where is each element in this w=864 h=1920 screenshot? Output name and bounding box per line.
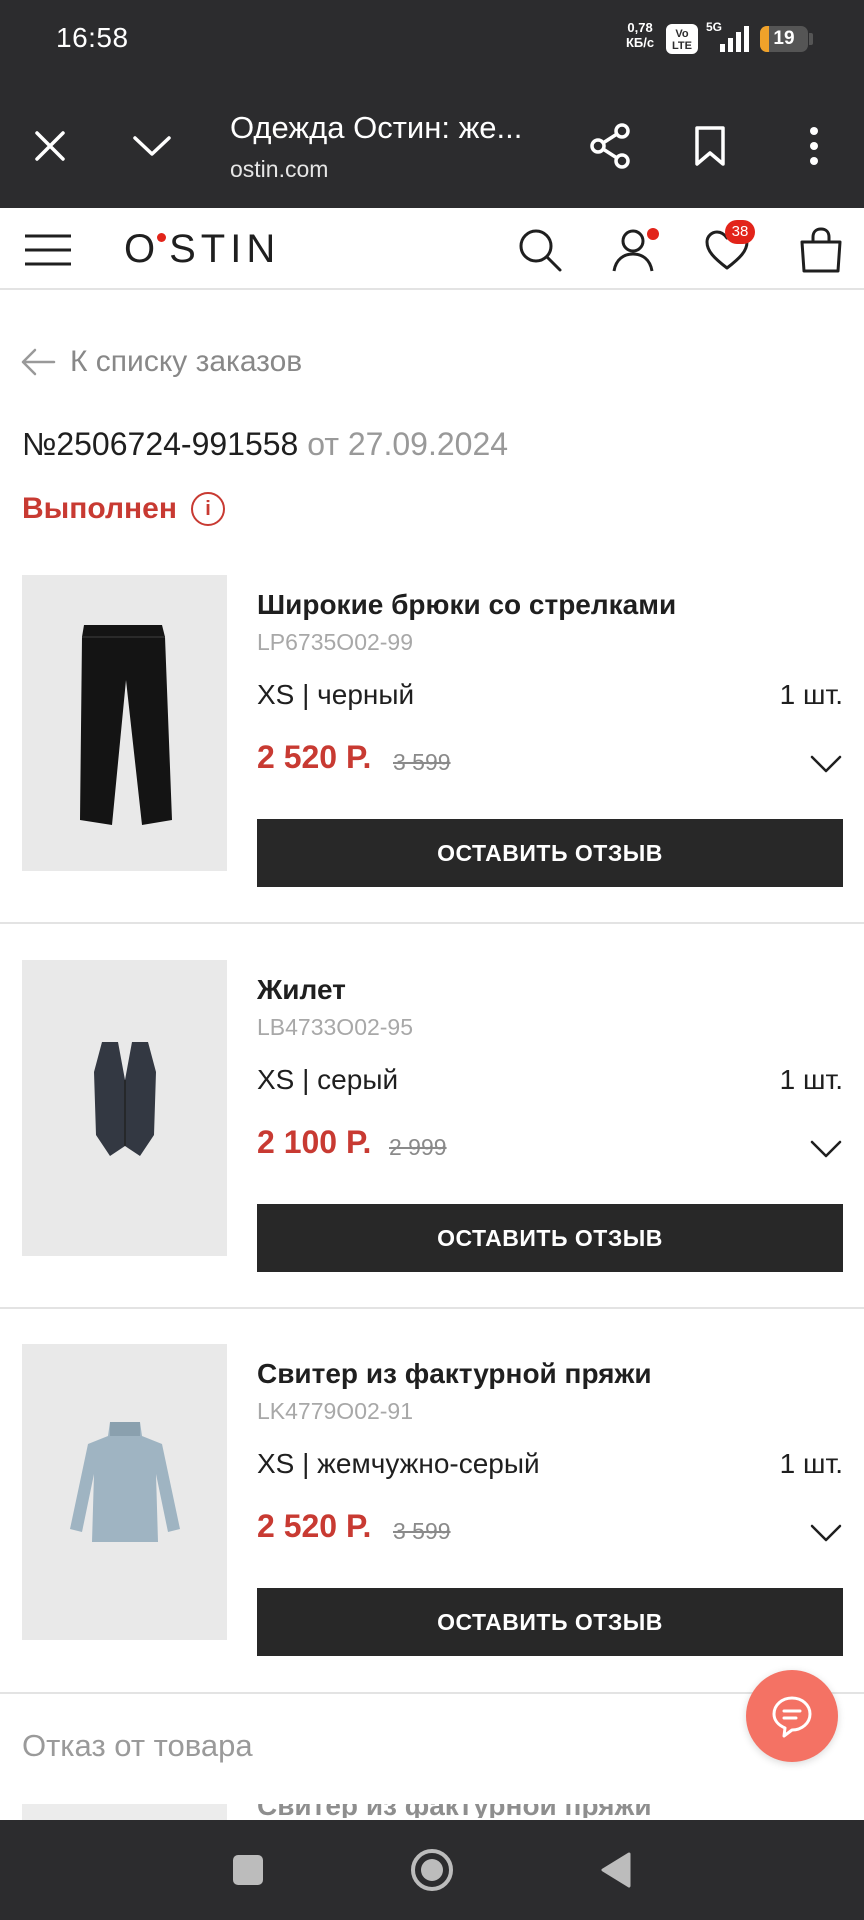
product-name[interactable]: Свитер из фактурной пряжи: [257, 1804, 677, 1818]
chat-support-button[interactable]: [746, 1670, 838, 1762]
product-variant: XS | серый: [257, 1064, 399, 1095]
battery-tip: [809, 33, 813, 45]
product-old-price: 3 599: [393, 1518, 451, 1544]
product-old-price: 2 999: [389, 1134, 447, 1160]
product-name[interactable]: Свитер из фактурной пряжи: [257, 1358, 652, 1390]
network-speed: 0,78 КБ/с: [626, 20, 654, 50]
close-tab-button[interactable]: [20, 116, 80, 176]
product-price: 2 520 Р.: [257, 739, 372, 775]
search-icon: [519, 229, 562, 272]
battery-level: 19: [773, 28, 795, 49]
order-item: Жилет LB4733O02-95 XS | серый 1 шт. 2 10…: [0, 960, 864, 1344]
order-date: от 27.09.2024: [307, 426, 509, 462]
share-button[interactable]: [580, 116, 640, 176]
browser-toolbar: Одежда Остин: же... ostin.com: [0, 84, 864, 208]
bookmark-icon: [695, 126, 725, 166]
net-speed-unit: КБ/с: [626, 35, 655, 50]
favorites-button[interactable]: 38: [699, 220, 755, 278]
account-notification-dot: [647, 228, 659, 240]
system-navigation-bar: [0, 1820, 864, 1920]
product-image[interactable]: [22, 960, 227, 1256]
divider: [0, 1307, 864, 1309]
back-to-orders-link[interactable]: К списку заказов: [20, 340, 302, 384]
favorites-count-badge: 38: [725, 220, 755, 244]
home-button[interactable]: [404, 1842, 460, 1898]
product-variant: XS | черный: [257, 679, 415, 710]
status-time: 16:58: [56, 22, 129, 53]
menu-button[interactable]: [20, 222, 76, 278]
product-quantity: 1 шт.: [779, 1064, 843, 1095]
divider: [0, 1692, 864, 1694]
back-link-label: К списку заказов: [70, 345, 303, 378]
logo-text: STIN: [169, 227, 281, 271]
order-status: Выполнен i: [22, 492, 225, 526]
system-status-bar: 16:58 0,78 КБ/с Vo LTE 5G 19: [0, 0, 864, 84]
battery-icon: 19: [760, 26, 808, 52]
partial-product-name: Свитер из фактурной пряжи: [257, 1804, 677, 1818]
refusal-section-title: Отказ от товара: [22, 1728, 253, 1763]
chevron-down-icon: [133, 136, 171, 156]
order-status-text: Выполнен: [22, 492, 177, 525]
product-price: 2 520 Р.: [257, 1508, 372, 1544]
product-variant: XS | жемчужно-серый: [257, 1448, 540, 1479]
square-icon: [233, 1855, 263, 1885]
ostin-logo[interactable]: O STIN: [124, 227, 280, 272]
product-image[interactable]: [22, 1804, 227, 1820]
menu-icon: [25, 234, 71, 266]
cart-button[interactable]: [793, 222, 849, 278]
account-button[interactable]: [605, 222, 661, 278]
product-image[interactable]: [22, 575, 227, 871]
bookmark-button[interactable]: [680, 116, 740, 176]
back-button[interactable]: [588, 1842, 644, 1898]
collapse-button[interactable]: [122, 116, 182, 176]
share-icon: [590, 123, 630, 169]
info-icon[interactable]: i: [190, 492, 225, 526]
sweater-image: [70, 1422, 180, 1542]
divider: [0, 922, 864, 924]
product-old-price: 3 599: [393, 749, 451, 775]
chevron-down-icon[interactable]: [808, 1130, 844, 1166]
chevron-down-icon[interactable]: [808, 1514, 844, 1550]
back-triangle-icon: [601, 1852, 631, 1888]
order-heading: №2506724-991558 от 27.09.2024: [22, 426, 508, 463]
product-sku: LB4733O02-95: [257, 1014, 414, 1040]
page-url[interactable]: ostin.com: [230, 156, 328, 183]
leave-review-button[interactable]: ОСТАВИТЬ ОТЗЫВ: [257, 1588, 843, 1656]
vest-image: [94, 1042, 156, 1156]
product-price: 2 100 Р.: [257, 1124, 372, 1160]
logo-prefix: O: [124, 227, 161, 271]
product-name[interactable]: Широкие брюки со стрелками: [257, 589, 676, 621]
product-quantity: 1 шт.: [779, 1448, 843, 1479]
volte-icon: Vo LTE: [666, 24, 698, 54]
order-item: Свитер из фактурной пряжи LK4779O02-91 X…: [0, 1344, 864, 1728]
search-button[interactable]: [512, 222, 568, 278]
product-quantity: 1 шт.: [779, 679, 843, 710]
signal-icon: [720, 26, 749, 52]
order-number: №2506724-991558: [22, 426, 299, 462]
recent-apps-button[interactable]: [220, 1842, 276, 1898]
site-header: O STIN 38: [0, 208, 864, 290]
net-speed-value: 0,78: [627, 20, 653, 35]
product-sku: LP6735O02-99: [257, 629, 414, 655]
logo-dot: [157, 233, 167, 242]
trousers-image: [80, 625, 172, 825]
product-name[interactable]: Жилет: [257, 974, 346, 1006]
product-sku: LK4779O02-91: [257, 1398, 414, 1424]
chevron-down-icon[interactable]: [808, 745, 844, 781]
home-circle-icon: [411, 1849, 453, 1891]
more-vert-icon: [810, 127, 818, 165]
chat-icon: [772, 1696, 812, 1738]
bag-icon: [800, 227, 842, 273]
arrow-left-icon: [21, 348, 56, 376]
more-options-button[interactable]: [784, 116, 844, 176]
leave-review-button[interactable]: ОСТАВИТЬ ОТЗЫВ: [257, 1204, 843, 1272]
order-item: Широкие брюки со стрелками LP6735O02-99 …: [0, 575, 864, 959]
product-image[interactable]: [22, 1344, 227, 1640]
page-title[interactable]: Одежда Остин: же...: [230, 110, 522, 146]
close-icon: [35, 131, 65, 161]
leave-review-button[interactable]: ОСТАВИТЬ ОТЗЫВ: [257, 819, 843, 887]
